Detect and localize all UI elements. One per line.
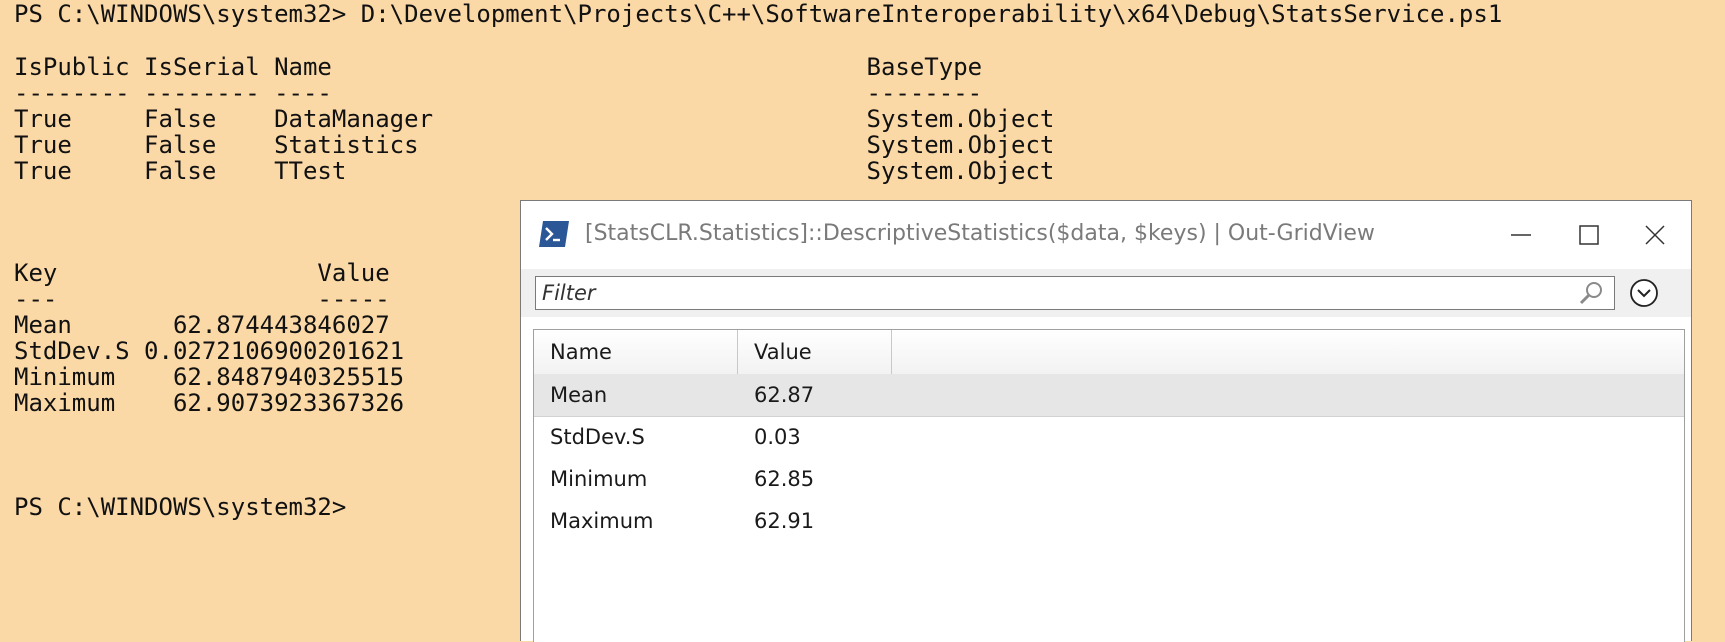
results-grid[interactable]: Name Value Mean 62.87 StdDev.S 0.03 Mini… [533, 329, 1685, 642]
types-table-row: True False TTest System.Object [14, 157, 1055, 185]
close-icon [1645, 225, 1665, 245]
window-titlebar[interactable]: [StatsCLR.Statistics]::DescriptiveStatis… [521, 201, 1691, 269]
cell-name: StdDev.S [550, 425, 645, 449]
grid-header: Name Value [534, 330, 1684, 375]
search-icon [1579, 282, 1602, 305]
minimize-icon [1511, 234, 1531, 236]
cell-value: 0.03 [754, 425, 801, 449]
maximize-button[interactable] [1559, 213, 1619, 257]
minimize-button[interactable] [1491, 213, 1551, 257]
out-gridview-window[interactable]: [StatsCLR.Statistics]::DescriptiveStatis… [520, 200, 1692, 642]
window-title: [StatsCLR.Statistics]::DescriptiveStatis… [585, 221, 1375, 246]
table-row[interactable]: StdDev.S 0.03 [534, 416, 1684, 458]
close-button[interactable] [1625, 213, 1685, 257]
maximize-icon [1579, 225, 1599, 245]
stats-table-row: StdDev.S 0.0272106900201621 [14, 337, 405, 365]
console-prompt[interactable]: PS C:\WINDOWS\system32> [14, 493, 346, 521]
stats-table-row: Maximum 62.9073923367326 [14, 389, 405, 417]
command-line: PS C:\WINDOWS\system32> D:\Development\P… [14, 0, 1503, 28]
chevron-down-icon[interactable] [1629, 278, 1659, 308]
filter-input[interactable] [542, 279, 1552, 307]
cell-name: Maximum [550, 509, 654, 533]
filter-bar [521, 269, 1691, 317]
cell-value: 62.87 [754, 383, 815, 407]
filter-box[interactable] [535, 276, 1615, 310]
types-table-row: True False DataManager System.Object [14, 105, 1055, 133]
stats-table-header: Key Value [14, 259, 390, 287]
table-row[interactable]: Minimum 62.85 [534, 458, 1684, 500]
column-header-name[interactable]: Name [534, 330, 738, 374]
types-table-header: IsPublic IsSerial Name BaseType [14, 53, 983, 81]
stats-table-underline: --- ----- [14, 285, 390, 313]
stats-table-row: Mean 62.874443846027 [14, 311, 390, 339]
cell-value: 62.85 [754, 467, 815, 491]
table-row[interactable]: Mean 62.87 [534, 374, 1684, 417]
stats-table-row: Minimum 62.8487940325515 [14, 363, 405, 391]
cell-name: Mean [550, 383, 608, 407]
types-table-underline: -------- -------- ---- -------- [14, 79, 983, 107]
cell-name: Minimum [550, 467, 648, 491]
table-row[interactable]: Maximum 62.91 [534, 500, 1684, 542]
powershell-icon [539, 221, 569, 247]
column-header-value[interactable]: Value [738, 330, 892, 374]
types-table-row: True False Statistics System.Object [14, 131, 1055, 159]
cell-value: 62.91 [754, 509, 815, 533]
